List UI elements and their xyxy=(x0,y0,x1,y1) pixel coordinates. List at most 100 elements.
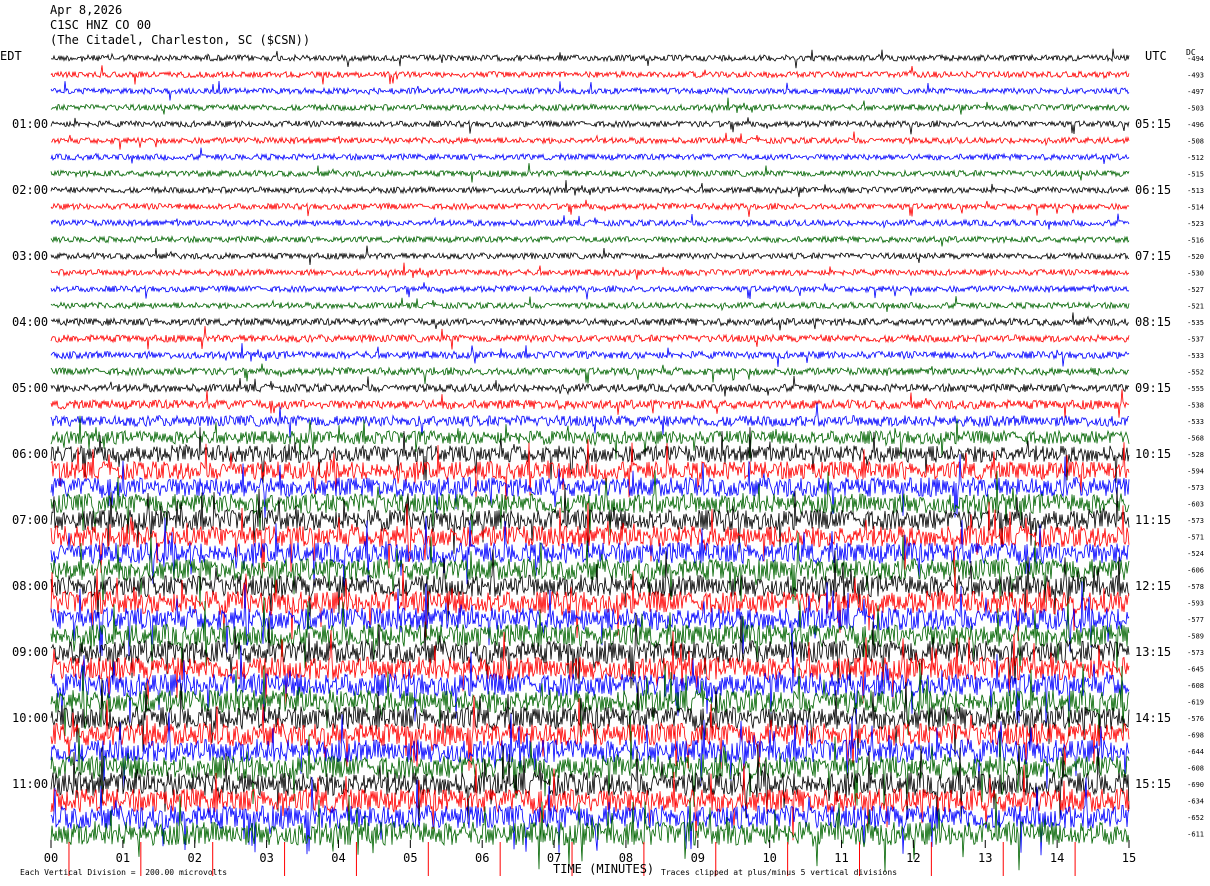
dc-offset-label: -528 xyxy=(1187,451,1204,459)
x-tick-label: 13 xyxy=(978,851,992,865)
dc-offset-label: -514 xyxy=(1187,204,1204,212)
dc-offset-label: -494 xyxy=(1187,55,1204,63)
right-hour-label: 09:15 xyxy=(1135,381,1171,395)
dc-offset-label: -524 xyxy=(1187,550,1204,558)
left-hour-label: 08:00 xyxy=(12,579,48,593)
left-hour-label: 06:00 xyxy=(12,447,48,461)
right-hour-label: 14:15 xyxy=(1135,711,1171,725)
left-hour-label: 02:00 xyxy=(12,183,48,197)
dc-offset-label: -608 xyxy=(1187,682,1204,690)
trace-row xyxy=(50,213,1130,230)
dc-offset-label: -533 xyxy=(1187,352,1204,360)
dc-offset-label: -652 xyxy=(1187,814,1204,822)
trace-row xyxy=(51,312,1130,331)
dc-offset-label: -496 xyxy=(1187,121,1204,129)
trace-row xyxy=(50,147,1130,164)
dc-offset-label: -611 xyxy=(1187,831,1204,839)
dc-offset-label: -552 xyxy=(1187,369,1204,377)
trace-row xyxy=(50,48,1130,69)
trace-row xyxy=(50,343,1130,367)
trace-row xyxy=(50,65,1130,85)
trace-row xyxy=(50,363,1130,384)
left-hour-label: 07:00 xyxy=(12,513,48,527)
right-hour-label: 07:15 xyxy=(1135,249,1171,263)
trace-row xyxy=(50,389,1130,419)
x-tick-label: 01 xyxy=(116,851,130,865)
trace-row xyxy=(50,97,1130,115)
trace-row xyxy=(50,296,1130,312)
dc-offset-label: -571 xyxy=(1187,534,1204,542)
trace-row xyxy=(50,629,1130,706)
trace-row xyxy=(50,375,1130,397)
x-tick-label: 04 xyxy=(331,851,345,865)
right-hour-label: 12:15 xyxy=(1135,579,1171,593)
trace-row xyxy=(50,234,1130,247)
trace-row xyxy=(50,326,1130,350)
dc-offset-label: -573 xyxy=(1187,649,1204,657)
dc-offset-label: -645 xyxy=(1187,666,1204,674)
scale-note: Each Vertical Division = 200.00 microvol… xyxy=(20,868,228,877)
dc-offset-label: -555 xyxy=(1187,385,1204,393)
dc-offset-label: -634 xyxy=(1187,798,1204,806)
trace-row xyxy=(50,131,1130,150)
x-axis-title: TIME (MINUTES) xyxy=(553,862,655,876)
trace-row xyxy=(50,117,1130,135)
dc-offset-label: -644 xyxy=(1187,748,1204,756)
left-hour-label: 05:00 xyxy=(12,381,48,395)
trace-row xyxy=(50,262,1130,280)
dc-offset-label: -523 xyxy=(1187,220,1204,228)
x-tick-label: 06 xyxy=(475,851,489,865)
left-hour-label: 03:00 xyxy=(12,249,48,263)
x-tick-label: 05 xyxy=(403,851,417,865)
right-hour-label: 11:15 xyxy=(1135,513,1171,527)
x-tick-label: 14 xyxy=(1050,851,1064,865)
x-tick-label: 15 xyxy=(1122,851,1136,865)
dc-offset-label: -520 xyxy=(1187,253,1204,261)
trace-row xyxy=(50,645,1130,725)
right-hour-label: 08:15 xyxy=(1135,315,1171,329)
dc-offset-label: -573 xyxy=(1187,484,1204,492)
x-tick-label: 10 xyxy=(762,851,776,865)
clip-note: Traces clipped at plus/minus 5 vertical … xyxy=(661,868,898,877)
right-hour-label: 10:15 xyxy=(1135,447,1171,461)
trace-row xyxy=(50,454,1130,519)
trace-row xyxy=(50,245,1130,266)
dc-offset-label: -497 xyxy=(1187,88,1204,96)
dc-offset-label: -690 xyxy=(1187,781,1204,789)
dc-offset-label: -535 xyxy=(1187,319,1204,327)
dc-offset-label: -608 xyxy=(1187,765,1204,773)
dc-offset-label: -503 xyxy=(1187,105,1204,113)
left-hour-label: 04:00 xyxy=(12,315,48,329)
dc-offset-label: -538 xyxy=(1187,402,1204,410)
dc-offset-label: -578 xyxy=(1187,583,1204,591)
trace-row xyxy=(50,180,1130,198)
dc-offset-label: -603 xyxy=(1187,501,1204,509)
dc-offset-label: -577 xyxy=(1187,616,1204,624)
x-tick-label: 02 xyxy=(188,851,202,865)
trace-group xyxy=(50,48,1130,873)
left-hour-label: 10:00 xyxy=(12,711,48,725)
right-hour-label: 05:15 xyxy=(1135,117,1171,131)
helicorder-plot: -494 -493 -497 -503 -496 -508 -512 -515 -513 -514… xyxy=(12,48,1204,876)
trace-row xyxy=(50,199,1130,217)
dc-offset-label: -698 xyxy=(1187,732,1204,740)
dc-offset-label: -512 xyxy=(1187,154,1204,162)
x-tick-label: 03 xyxy=(259,851,273,865)
dc-offset-label: -533 xyxy=(1187,418,1204,426)
dc-offset-label: -516 xyxy=(1187,237,1204,245)
dc-offset-label: -508 xyxy=(1187,138,1204,146)
dc-offset-label: -515 xyxy=(1187,171,1204,179)
dc-offset-label: -521 xyxy=(1187,303,1204,311)
trace-row xyxy=(50,80,1130,101)
dc-offset-label: -573 xyxy=(1187,517,1204,525)
left-hour-label: 09:00 xyxy=(12,645,48,659)
trace-row xyxy=(50,282,1130,300)
dc-offset-label: -537 xyxy=(1187,336,1204,344)
dc-offset-label: -593 xyxy=(1187,600,1204,608)
dc-offset-label: -619 xyxy=(1187,699,1204,707)
left-hour-label: 01:00 xyxy=(12,117,48,131)
x-tick-label: 12 xyxy=(906,851,920,865)
dc-offset-label: -493 xyxy=(1187,72,1204,80)
dc-offset-label: -594 xyxy=(1187,468,1204,476)
dc-offset-label: -530 xyxy=(1187,270,1204,278)
